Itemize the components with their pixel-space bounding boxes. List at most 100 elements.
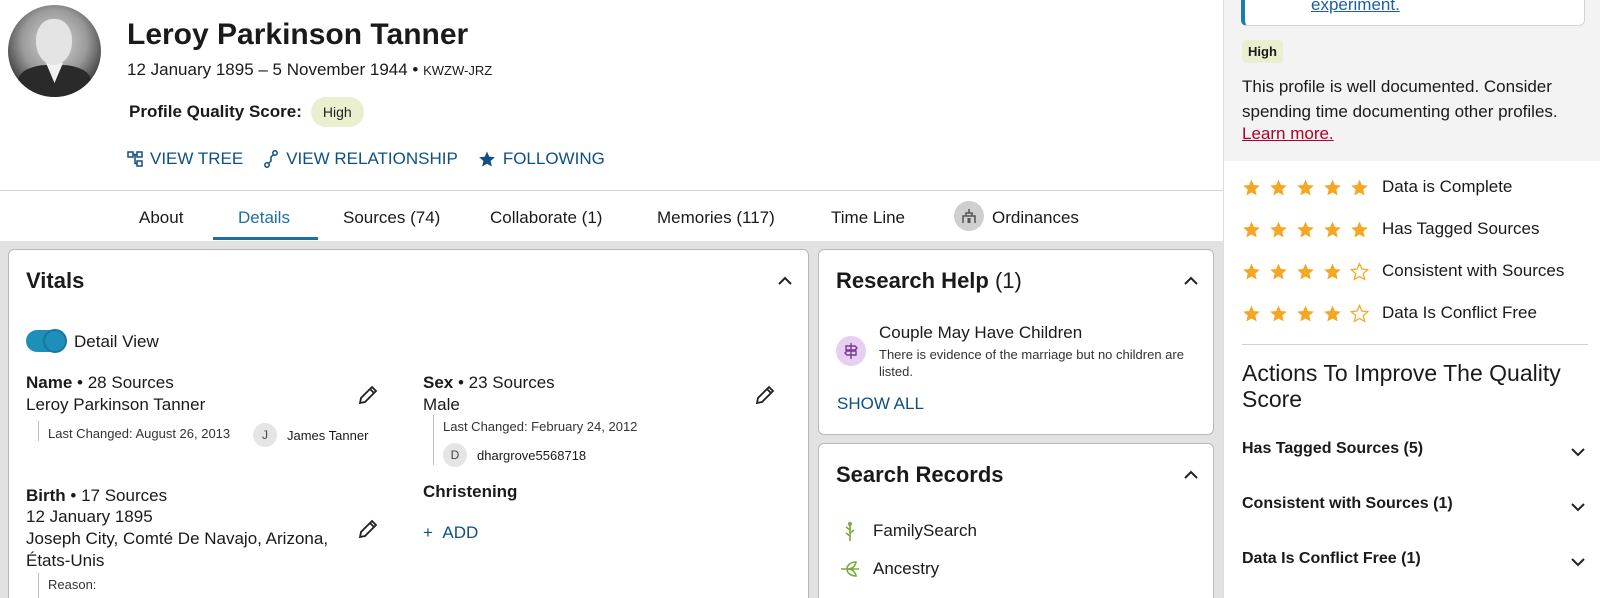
star-rating <box>1242 220 1369 239</box>
star-filled-icon <box>1297 305 1314 321</box>
metric-consistent-sources: Consistent with Sources <box>1242 261 1564 281</box>
sex-field-title[interactable]: Sex • 23 Sources <box>423 373 555 393</box>
star-filled-icon <box>1270 221 1287 237</box>
profile-tabs: About Details Sources (74) Collaborate (… <box>0 191 1223 241</box>
tab-collaborate[interactable]: Collaborate (1) <box>490 208 602 228</box>
sex-change-line <box>433 415 434 465</box>
star-filled-icon <box>1243 179 1260 195</box>
metric-label: Data is Complete <box>1382 177 1513 196</box>
accordion-label: Data Is Conflict Free (1) <box>1242 550 1421 567</box>
star-filled-icon <box>1324 179 1341 195</box>
add-label: ADD <box>442 523 479 542</box>
experiment-notice-card: experiment. <box>1241 0 1585 26</box>
name-changed-by[interactable]: J James Tanner <box>253 423 368 447</box>
collapse-chevron-icon[interactable] <box>1182 466 1200 484</box>
christening-label: Christening <box>423 482 518 501</box>
changed-by-user: dhargrove5568718 <box>477 447 587 463</box>
star-filled-icon <box>1270 179 1287 195</box>
edit-birth-pencil-icon[interactable] <box>357 518 379 540</box>
view-tree-button[interactable]: VIEW TREE <box>127 149 243 169</box>
accordion-label: Has Tagged Sources (5) <box>1242 440 1424 457</box>
star-rating <box>1242 178 1369 197</box>
research-item-title[interactable]: Couple May Have Children <box>879 323 1082 343</box>
accordion-conflict-free[interactable]: Data Is Conflict Free (1) <box>1242 550 1588 574</box>
tab-about[interactable]: About <box>139 208 183 228</box>
signpost-icon <box>836 336 866 366</box>
star-filled-icon <box>1297 221 1314 237</box>
metric-tagged-sources: Has Tagged Sources <box>1242 219 1540 239</box>
detail-view-label: Detail View <box>74 332 159 351</box>
profile-quality-badge[interactable]: High <box>310 97 364 127</box>
detail-view-toggle[interactable] <box>26 329 67 353</box>
star-empty-icon <box>1350 261 1369 281</box>
familysearch-link[interactable]: FamilySearch <box>873 521 977 541</box>
tab-time-line[interactable]: Time Line <box>831 208 905 228</box>
birth-date: 12 January 1895 <box>26 507 153 526</box>
metric-conflict-free: Data Is Conflict Free <box>1242 303 1537 323</box>
sex-value: Male <box>423 395 460 414</box>
familysearch-tree-icon <box>845 522 855 541</box>
profile-quality-row: Profile Quality Score: High <box>129 97 364 127</box>
star-filled-icon <box>1243 305 1260 321</box>
star-filled-icon <box>1270 263 1287 279</box>
chevron-down-icon <box>1571 558 1585 567</box>
person-name: Leroy Parkinson Tanner <box>127 18 469 51</box>
tab-memories[interactable]: Memories (117) <box>657 208 775 228</box>
search-records-card: Search Records FamilySearch Ancestry <box>818 443 1214 598</box>
chevron-down-icon <box>1571 503 1585 512</box>
accordion-label: Consistent with Sources (1) <box>1242 495 1453 512</box>
name-value: Leroy Parkinson Tanner <box>26 395 206 414</box>
person-id[interactable]: KWZW-JRZ <box>423 63 492 78</box>
view-tree-label: VIEW TREE <box>150 149 244 168</box>
person-portrait[interactable] <box>8 5 101 97</box>
person-lifespan: 12 January 1895 – 5 November 1944 • KWZW… <box>127 60 492 80</box>
research-help-card: Research Help (1) Couple May Have Childr… <box>818 249 1214 435</box>
toggle-knob <box>43 329 67 353</box>
birth-label: Birth <box>26 486 66 505</box>
active-tab-indicator <box>213 237 318 240</box>
following-label: FOLLOWING <box>502 149 605 168</box>
view-relationship-label: VIEW RELATIONSHIP <box>286 149 458 168</box>
star-filled-icon <box>1324 221 1341 237</box>
following-button[interactable]: FOLLOWING <box>478 149 605 169</box>
add-christening-button[interactable]: + ADD <box>423 523 478 543</box>
improve-quality-heading: Actions To Improve The Quality Score <box>1242 360 1561 412</box>
star-filled-icon <box>1270 305 1287 321</box>
chevron-down-icon <box>1571 448 1585 457</box>
ancestry-link[interactable]: Ancestry <box>873 559 939 579</box>
sex-changed-by[interactable]: D dhargrove5568718 <box>443 443 586 467</box>
research-help-count: (1) <box>994 268 1022 293</box>
birth-field-title[interactable]: Birth • 17 Sources <box>26 486 167 506</box>
collapse-chevron-icon[interactable] <box>1182 272 1200 290</box>
learn-more-link[interactable]: Learn more. <box>1242 124 1334 144</box>
birth-change-line <box>38 573 39 598</box>
name-sources: • 28 Sources <box>77 373 174 392</box>
name-last-changed: Last Changed: August 26, 2013 <box>48 426 231 441</box>
details-workspace: Vitals Detail View Name • 28 Sources Ler… <box>0 241 1223 598</box>
tab-sources[interactable]: Sources (74) <box>343 208 440 228</box>
star-empty-icon <box>1350 303 1369 323</box>
collapse-chevron-icon[interactable] <box>776 272 794 290</box>
name-change-line <box>38 421 39 441</box>
tab-details[interactable]: Details <box>238 208 290 228</box>
sex-sources: • 23 Sources <box>457 373 555 392</box>
name-field-title[interactable]: Name • 28 Sources <box>26 373 174 393</box>
edit-sex-pencil-icon[interactable] <box>754 384 776 406</box>
research-help-title: Research Help (1) <box>836 268 1022 294</box>
edit-name-pencil-icon[interactable] <box>357 384 379 406</box>
sex-last-changed: Last Changed: February 24, 2012 <box>443 419 638 434</box>
relationship-icon <box>264 150 279 168</box>
accordion-tagged-sources[interactable]: Has Tagged Sources (5) <box>1242 440 1588 464</box>
star-filled-icon <box>1243 221 1260 237</box>
name-label: Name <box>26 373 73 392</box>
view-relationship-button[interactable]: VIEW RELATIONSHIP <box>263 149 458 169</box>
tab-ordinances[interactable]: Ordinances <box>992 208 1079 228</box>
experiment-link[interactable]: experiment. <box>1311 0 1400 15</box>
lifespan-dates: 12 January 1895 – 5 November 1944 • <box>127 60 419 79</box>
accordion-consistent-sources[interactable]: Consistent with Sources (1) <box>1242 495 1588 519</box>
star-rating <box>1242 261 1369 281</box>
star-filled-icon <box>1351 179 1368 195</box>
changed-by-user: James Tanner <box>287 427 369 443</box>
metric-label: Data Is Conflict Free <box>1382 303 1537 322</box>
show-all-button[interactable]: SHOW ALL <box>837 394 924 414</box>
